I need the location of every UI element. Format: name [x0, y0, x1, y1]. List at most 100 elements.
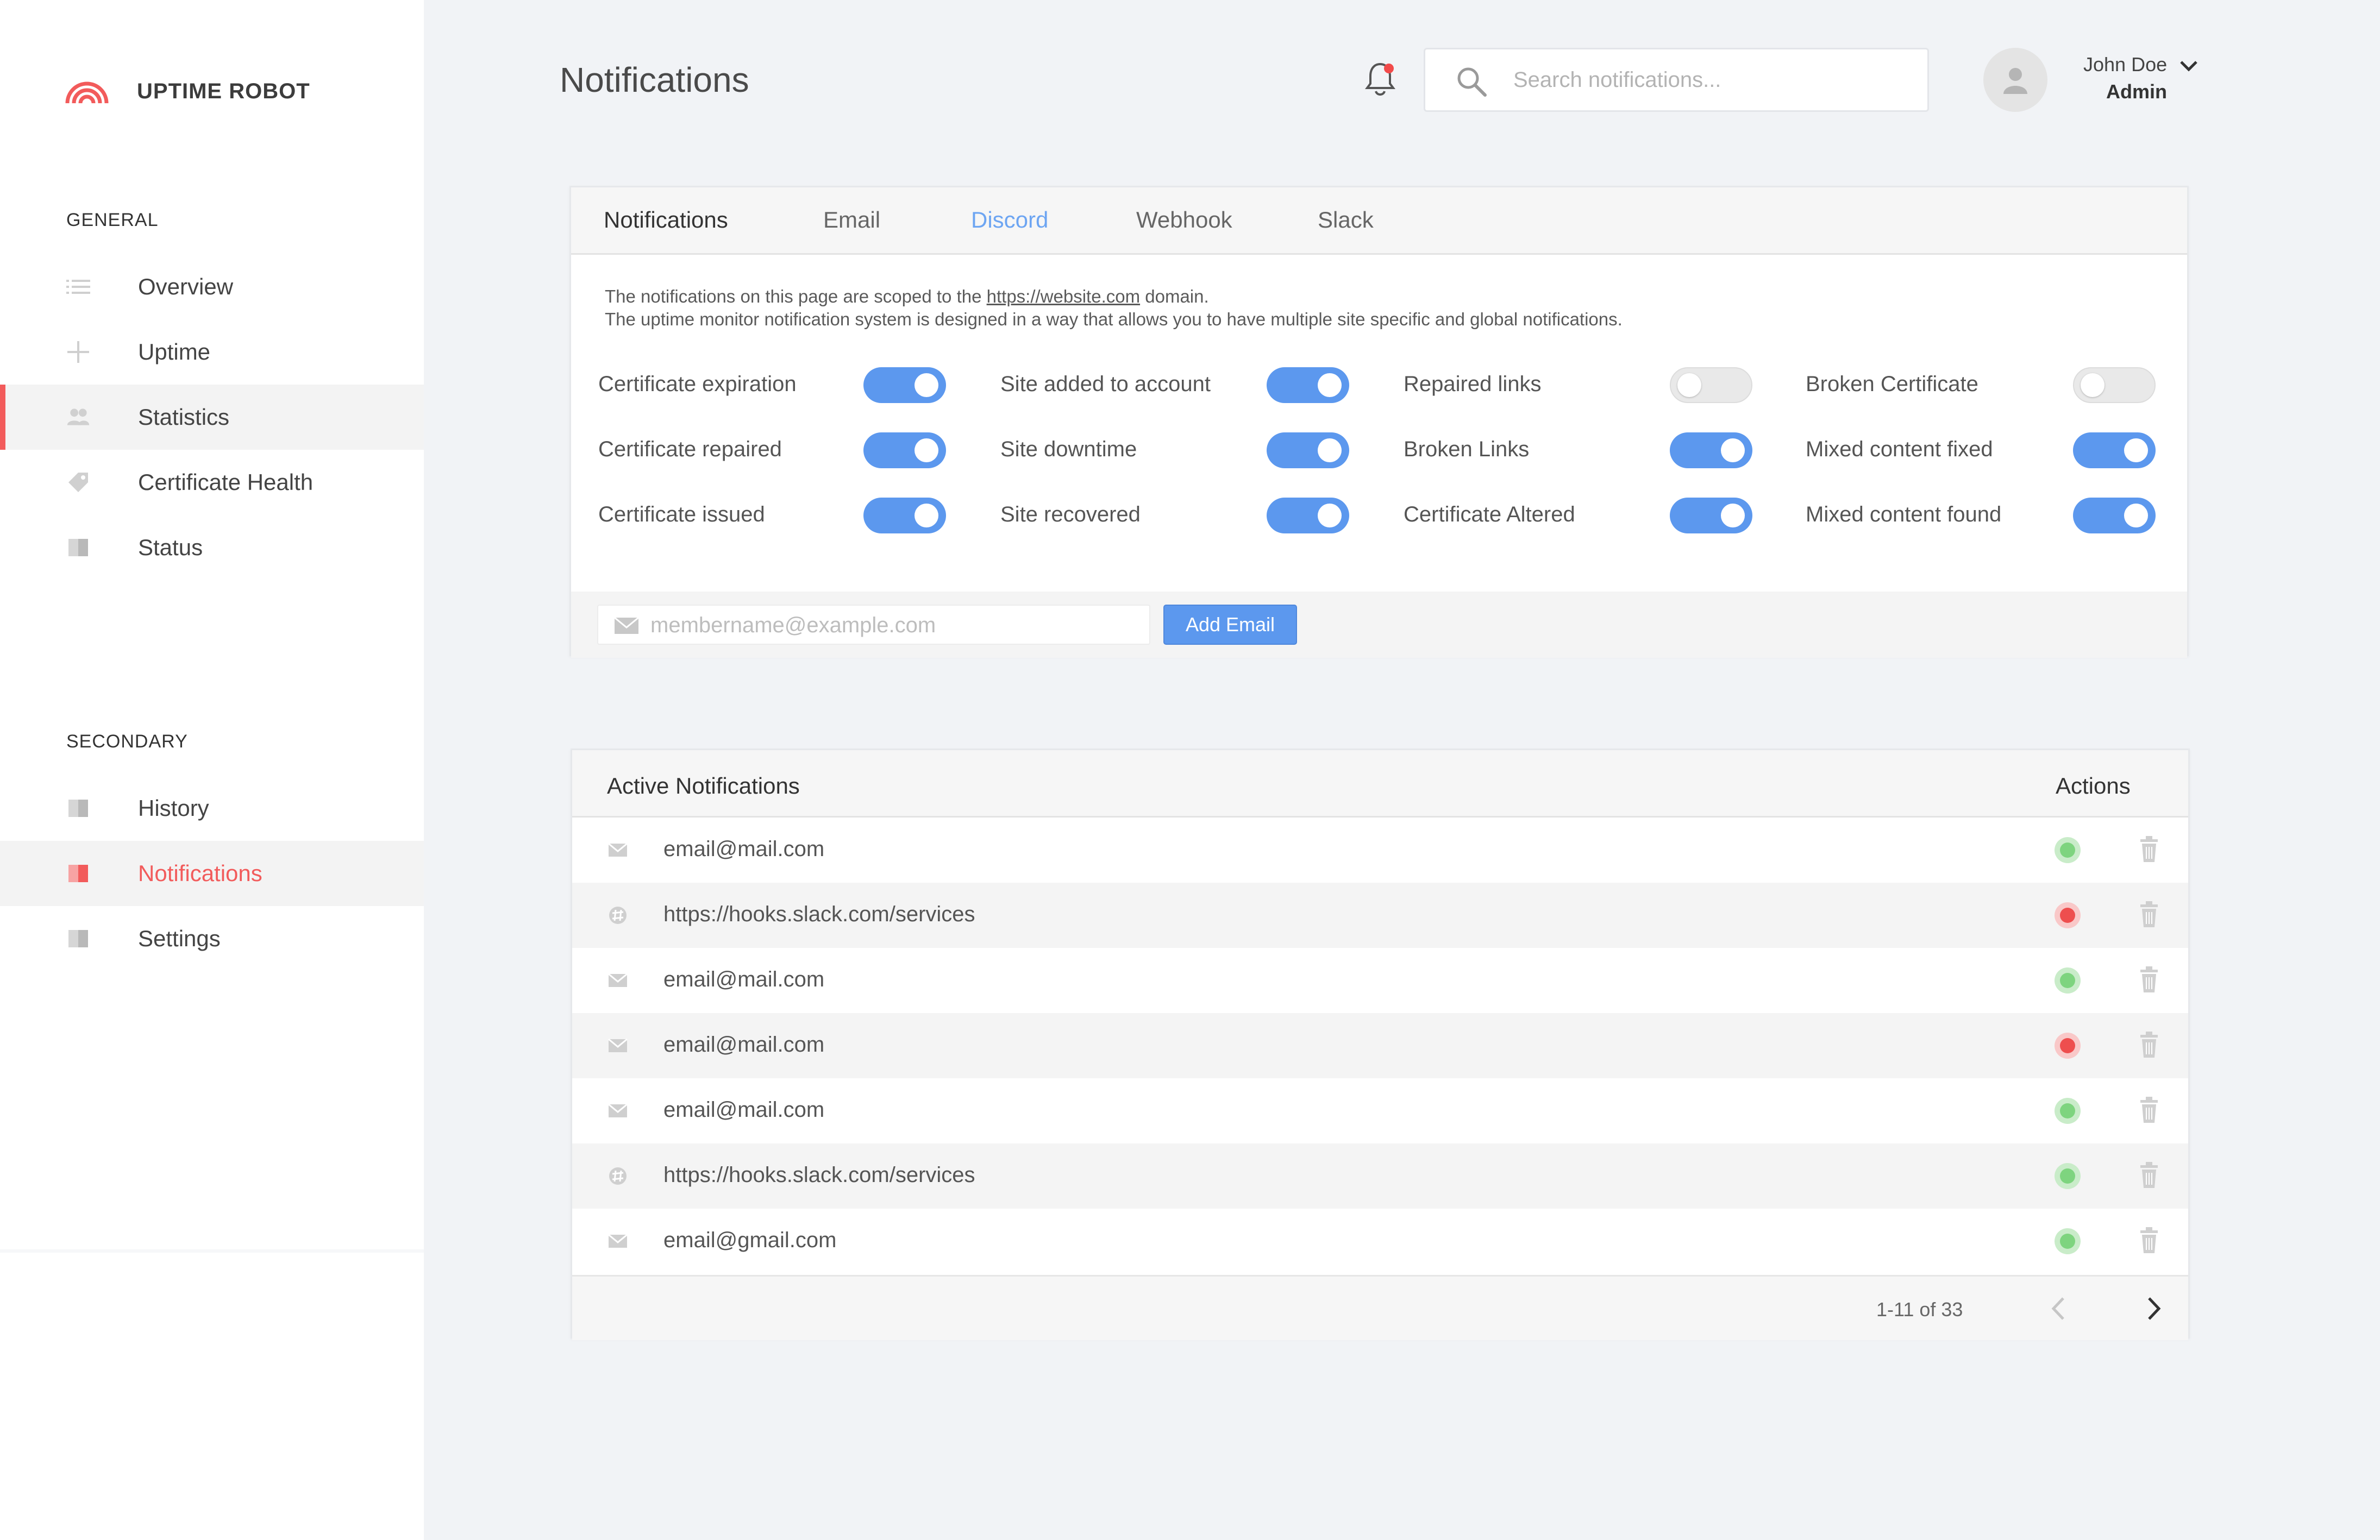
user-role: Admin: [2106, 80, 2167, 103]
scope-description: The notifications on this page are scope…: [605, 285, 1637, 331]
status-indicator[interactable]: [2055, 967, 2081, 994]
notification-target: email@mail.com: [663, 967, 825, 991]
sidebar-item-settings[interactable]: Settings: [0, 906, 424, 971]
logo[interactable]: UPTIME ROBOT: [64, 76, 310, 106]
table-header: Active Notifications Actions: [572, 750, 2188, 818]
toggle-switch[interactable]: [1670, 498, 1752, 533]
status-indicator[interactable]: [2055, 1098, 2081, 1124]
toggle-switch[interactable]: [863, 432, 946, 468]
search-input[interactable]: [1513, 60, 1905, 99]
email-input[interactable]: [650, 612, 1139, 638]
sidebar-item-history[interactable]: History: [0, 776, 424, 841]
trash-icon[interactable]: [2139, 836, 2159, 863]
avatar[interactable]: [1983, 48, 2047, 112]
brand-name: UPTIME ROBOT: [137, 79, 310, 103]
toggle-knob: [915, 504, 938, 527]
chevron-right-icon[interactable]: [2143, 1295, 2164, 1322]
user-name[interactable]: John Doe: [2083, 53, 2167, 76]
table-row: email@gmail.com: [572, 1209, 2188, 1274]
toggle-knob: [1721, 438, 1745, 462]
slack-icon: [607, 1167, 629, 1185]
toggle-switch[interactable]: [2073, 498, 2156, 533]
toggle-switch[interactable]: [2073, 367, 2156, 403]
toggle-switch[interactable]: [1670, 432, 1752, 468]
general-section-label: GENERAL: [66, 210, 159, 230]
tab-slack[interactable]: Slack: [1318, 207, 1374, 233]
book-icon: [66, 796, 90, 820]
chevron-left-icon[interactable]: [2048, 1295, 2070, 1322]
status-indicator[interactable]: [2055, 837, 2081, 863]
toggle-knob: [915, 438, 938, 462]
table-footer: 1-11 of 33: [572, 1275, 2188, 1340]
plus-icon: [66, 340, 90, 364]
status-indicator[interactable]: [2055, 1228, 2081, 1254]
table-row: email@mail.com: [572, 818, 2188, 883]
status-indicator[interactable]: [2055, 1033, 2081, 1059]
toggle-switch[interactable]: [1267, 367, 1349, 403]
sidebar-item-notifications[interactable]: Notifications: [0, 841, 424, 906]
toggle-knob: [1318, 373, 1342, 397]
notification-target: email@gmail.com: [663, 1228, 837, 1252]
toggle-switch[interactable]: [863, 367, 946, 403]
trash-icon[interactable]: [2139, 901, 2159, 928]
trash-icon[interactable]: [2139, 1097, 2159, 1124]
tab-webhook[interactable]: Webhook: [1136, 207, 1232, 233]
toggle-label: Certificate expiration: [598, 372, 797, 396]
sidebar-item-status[interactable]: Status: [0, 515, 424, 580]
table-row: email@mail.com: [572, 1013, 2188, 1078]
sidebar-item-certificate-health[interactable]: Certificate Health: [0, 450, 424, 515]
toggle-label: Broken Certificate: [1806, 372, 1978, 396]
trash-icon[interactable]: [2139, 1162, 2159, 1189]
sidebar-item-overview[interactable]: Overview: [0, 254, 424, 319]
toggle-switch[interactable]: [1670, 367, 1752, 403]
sidebar-item-uptime[interactable]: Uptime: [0, 319, 424, 385]
table-row: email@mail.com: [572, 1078, 2188, 1143]
email-field[interactable]: [597, 605, 1150, 645]
page-title: Notifications: [560, 60, 749, 99]
toggle-label: Mixed content fixed: [1806, 437, 1993, 461]
pagination-text: 1-11 of 33: [1876, 1298, 1963, 1321]
sidebar-item-statistics[interactable]: Statistics: [0, 385, 424, 450]
status-indicator[interactable]: [2055, 902, 2081, 928]
sidebar-item-label: Certificate Health: [138, 469, 314, 495]
trash-icon[interactable]: [2139, 1227, 2159, 1254]
toggle-switch[interactable]: [1267, 432, 1349, 468]
mail-icon: [607, 1233, 629, 1250]
toggle-label: Certificate repaired: [598, 437, 782, 461]
tab-discord[interactable]: Discord: [971, 207, 1048, 233]
toggle-knob: [1721, 504, 1745, 527]
slack-icon: [607, 907, 629, 924]
secondary-section-label: SECONDARY: [66, 731, 188, 752]
toggle-switch[interactable]: [2073, 432, 2156, 468]
search-box[interactable]: [1424, 48, 1929, 112]
book-icon: [66, 536, 90, 560]
toggle-label: Certificate issued: [598, 502, 765, 526]
tab-bar: Notifications Email Discord Webhook Slac…: [571, 187, 2187, 255]
toggle-label: Site added to account: [1000, 372, 1211, 396]
bell-icon[interactable]: [1363, 60, 1398, 99]
sidebar-item-label: Overview: [138, 274, 234, 299]
notification-target: https://hooks.slack.com/services: [663, 902, 975, 926]
add-email-button[interactable]: Add Email: [1163, 605, 1297, 645]
chevron-down-icon[interactable]: [2178, 56, 2200, 75]
toggle-switch[interactable]: [1267, 498, 1349, 533]
toggle-knob: [2081, 373, 2105, 397]
book-icon: [66, 927, 90, 951]
tab-email[interactable]: Email: [823, 207, 880, 233]
toggle-switch[interactable]: [863, 498, 946, 533]
toggle-label: Site recovered: [1000, 502, 1141, 526]
table-row: https://hooks.slack.com/services: [572, 883, 2188, 948]
toggle-knob: [915, 373, 938, 397]
toggle-label: Site downtime: [1000, 437, 1137, 461]
tab-notifications[interactable]: Notifications: [604, 207, 728, 233]
domain-link[interactable]: https://website.com: [987, 286, 1140, 306]
actions-header: Actions: [2056, 773, 2131, 799]
table-row: https://hooks.slack.com/services: [572, 1143, 2188, 1209]
toggle-label: Broken Links: [1404, 437, 1530, 461]
sidebar-item-label: Notifications: [138, 860, 262, 886]
toggle-knob: [1318, 438, 1342, 462]
status-indicator[interactable]: [2055, 1163, 2081, 1189]
trash-icon[interactable]: [2139, 1032, 2159, 1059]
sidebar-item-label: Status: [138, 535, 203, 560]
trash-icon[interactable]: [2139, 966, 2159, 994]
